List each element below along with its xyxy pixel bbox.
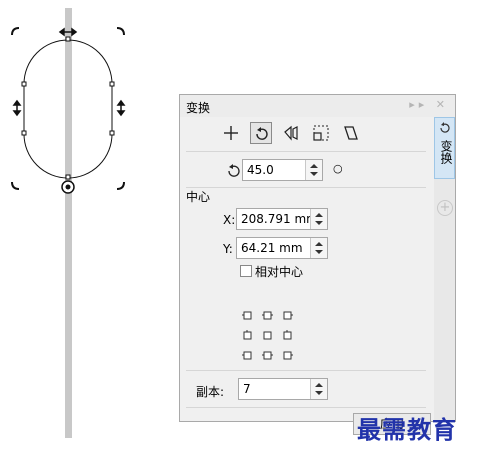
copies-stepper[interactable] <box>310 379 327 399</box>
rotate-icon <box>440 122 450 133</box>
separator <box>186 407 426 408</box>
mirror-icon <box>284 125 298 141</box>
tab-transform-label: 变换 <box>439 140 453 164</box>
transform-body: 45.0 ○ 中心 X: 208.791 mm Y: 64.21 mm 相对中心 <box>180 117 436 435</box>
add-docker-icon[interactable]: + <box>437 200 453 216</box>
angle-input[interactable]: 45.0 <box>242 159 323 181</box>
docker-title: 变换 <box>186 101 211 115</box>
center-y-value: 64.21 mm <box>241 241 303 255</box>
watermark-text: 最需教育 <box>357 415 457 444</box>
angle-stepper[interactable] <box>305 160 322 180</box>
rotate-mode-button[interactable] <box>250 122 272 144</box>
center-section-label: 中心 <box>186 190 211 204</box>
drawing-canvas[interactable] <box>0 0 170 458</box>
degree-symbol: ○ <box>333 162 343 175</box>
skew-mode-button[interactable] <box>340 122 362 144</box>
rotation-center-marker[interactable] <box>61 180 75 194</box>
position-mode-button[interactable] <box>220 122 242 144</box>
separator <box>186 187 426 188</box>
anchor-point-grid <box>242 310 294 362</box>
separator <box>186 370 426 371</box>
center-x-input[interactable]: 208.791 mm <box>236 208 328 230</box>
x-label: X: <box>223 213 236 227</box>
docker-titlebar: 变换 ▸▸ ✕ <box>180 95 455 118</box>
rotate-icon <box>256 127 268 140</box>
scale-mirror-mode-button[interactable] <box>280 122 302 144</box>
y-label: Y: <box>223 242 233 256</box>
size-icon <box>313 125 329 141</box>
docker-tab-strip: 变换 + <box>434 117 455 421</box>
crosshair-icon <box>224 126 238 140</box>
copies-label: 副本: <box>196 385 225 399</box>
tab-transform[interactable]: 变换 <box>434 117 455 179</box>
docker-window-buttons[interactable]: ▸▸ ✕ <box>409 98 449 111</box>
vertical-bar-object[interactable] <box>65 8 72 438</box>
size-mode-button[interactable] <box>310 122 332 144</box>
center-x-value: 208.791 mm <box>241 212 318 226</box>
anchor-points[interactable] <box>242 310 294 362</box>
rotate-angle-icon <box>228 164 240 177</box>
copies-input[interactable]: 7 <box>238 378 328 400</box>
skew-icon <box>344 126 358 140</box>
center-y-input[interactable]: 64.21 mm <box>236 237 328 259</box>
separator <box>186 151 426 152</box>
center-y-stepper[interactable] <box>310 238 327 258</box>
transform-docker: 变换 ▸▸ ✕ 45.0 ○ 中心 X: 208.791 mm Y: 64.21… <box>179 94 456 435</box>
canvas-artwork <box>11 8 126 438</box>
copies-value: 7 <box>243 382 251 396</box>
relative-center-checkbox[interactable] <box>240 265 252 277</box>
angle-value: 45.0 <box>247 163 274 177</box>
relative-center-label: 相对中心 <box>255 265 304 279</box>
center-x-stepper[interactable] <box>310 209 327 229</box>
